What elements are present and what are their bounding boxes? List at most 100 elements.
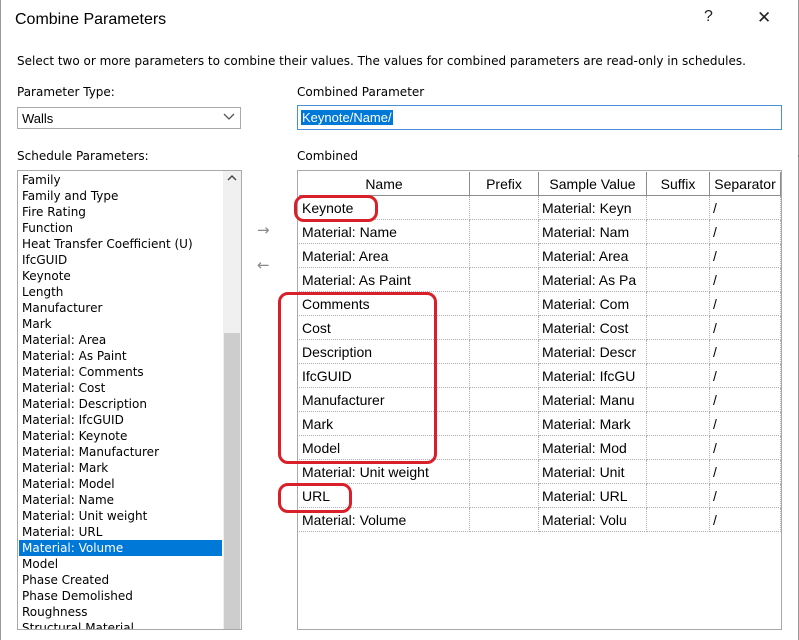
list-item[interactable]: Model [19, 556, 222, 572]
cell-name[interactable]: URL [299, 484, 470, 508]
cell-sample-value[interactable]: Material: URL [539, 484, 647, 508]
cell-name[interactable]: Material: As Paint [299, 268, 470, 292]
cell-sample-value[interactable]: Material: Descr [539, 340, 647, 364]
cell-prefix[interactable] [470, 388, 539, 412]
list-item[interactable]: Function [19, 220, 222, 236]
cell-prefix[interactable] [470, 196, 539, 220]
list-item[interactable]: Keynote [19, 268, 222, 284]
cell-sample-value[interactable]: Material: Mark [539, 412, 647, 436]
cell-name[interactable]: Cost [299, 316, 470, 340]
cell-name[interactable]: IfcGUID [299, 364, 470, 388]
cell-suffix[interactable] [647, 244, 710, 268]
cell-suffix[interactable] [647, 292, 710, 316]
list-item[interactable]: Family [19, 172, 222, 188]
list-item[interactable]: Material: Area [19, 332, 222, 348]
cell-prefix[interactable] [470, 460, 539, 484]
cell-prefix[interactable] [470, 292, 539, 316]
list-item[interactable]: Structural Material [19, 620, 222, 629]
cell-separator[interactable]: / [710, 460, 781, 484]
cell-suffix[interactable] [647, 412, 710, 436]
cell-suffix[interactable] [647, 388, 710, 412]
cell-prefix[interactable] [470, 244, 539, 268]
cell-prefix[interactable] [470, 412, 539, 436]
cell-prefix[interactable] [470, 268, 539, 292]
cell-sample-value[interactable]: Material: Keyn [539, 196, 647, 220]
cell-sample-value[interactable]: Material: Volu [539, 508, 647, 532]
cell-suffix[interactable] [647, 340, 710, 364]
cell-name[interactable]: Material: Volume [299, 508, 470, 532]
column-header-sample-value[interactable]: Sample Value [539, 172, 647, 196]
cell-sample-value[interactable]: Material: Cost [539, 316, 647, 340]
cell-name[interactable]: Material: Name [299, 220, 470, 244]
list-item[interactable]: Heat Transfer Coefficient (U) [19, 236, 222, 252]
cell-name[interactable]: Manufacturer [299, 388, 470, 412]
cell-name[interactable]: Material: Area [299, 244, 470, 268]
cell-separator[interactable]: / [710, 364, 781, 388]
list-item[interactable]: Material: Manufacturer [19, 444, 222, 460]
cell-suffix[interactable] [647, 268, 710, 292]
column-header-prefix[interactable]: Prefix [470, 172, 539, 196]
cell-prefix[interactable] [470, 340, 539, 364]
list-item[interactable]: Material: URL [19, 524, 222, 540]
cell-separator[interactable]: / [710, 220, 781, 244]
list-item[interactable]: IfcGUID [19, 252, 222, 268]
list-item[interactable]: Material: Model [19, 476, 222, 492]
cell-sample-value[interactable]: Material: As Pa [539, 268, 647, 292]
column-header-name[interactable]: Name [299, 172, 470, 196]
list-item[interactable]: Material: IfcGUID [19, 412, 222, 428]
cell-sample-value[interactable]: Material: Area [539, 244, 647, 268]
scroll-up-arrow-icon[interactable] [227, 174, 237, 185]
cell-name[interactable]: Comments [299, 292, 470, 316]
list-item[interactable]: Mark [19, 316, 222, 332]
cell-separator[interactable]: / [710, 244, 781, 268]
cell-name[interactable]: Model [299, 436, 470, 460]
cell-prefix[interactable] [470, 484, 539, 508]
list-scrollbar[interactable] [223, 171, 241, 629]
cell-name[interactable]: Description [299, 340, 470, 364]
cell-prefix[interactable] [470, 316, 539, 340]
list-item[interactable]: Material: Comments [19, 364, 222, 380]
cell-suffix[interactable] [647, 484, 710, 508]
list-item[interactable]: Material: Mark [19, 460, 222, 476]
cell-sample-value[interactable]: Material: Nam [539, 220, 647, 244]
cell-prefix[interactable] [470, 220, 539, 244]
help-button[interactable]: ? [704, 8, 713, 26]
combined-parameters-grid[interactable]: Name Prefix Sample Value Suffix Separator Ke… [297, 170, 782, 630]
cell-name[interactable]: Material: Unit weight [299, 460, 470, 484]
list-item[interactable]: Material: Cost [19, 380, 222, 396]
list-item[interactable]: Manufacturer [19, 300, 222, 316]
cell-separator[interactable]: / [710, 484, 781, 508]
cell-sample-value[interactable]: Material: Manu [539, 388, 647, 412]
cell-name[interactable]: Mark [299, 412, 470, 436]
cell-separator[interactable]: / [710, 316, 781, 340]
cell-separator[interactable]: / [710, 388, 781, 412]
cell-suffix[interactable] [647, 436, 710, 460]
cell-suffix[interactable] [647, 508, 710, 532]
close-button[interactable]: ✕ [757, 8, 771, 28]
parameter-type-dropdown[interactable]: Walls [17, 107, 241, 129]
cell-sample-value[interactable]: Material: Unit [539, 460, 647, 484]
list-item[interactable]: Phase Created [19, 572, 222, 588]
list-item[interactable]: Material: Description [19, 396, 222, 412]
list-item[interactable]: Fire Rating [19, 204, 222, 220]
cell-separator[interactable]: / [710, 340, 781, 364]
cell-name[interactable]: Keynote [299, 196, 470, 220]
column-header-suffix[interactable]: Suffix [647, 172, 710, 196]
cell-prefix[interactable] [470, 508, 539, 532]
list-item[interactable]: Material: Volume [19, 540, 222, 556]
cell-suffix[interactable] [647, 220, 710, 244]
schedule-parameters-list[interactable]: Family Family and Type Fire Rating Function… [17, 170, 242, 630]
cell-sample-value[interactable]: Material: IfcGU [539, 364, 647, 388]
list-item[interactable]: Roughness [19, 604, 222, 620]
cell-separator[interactable]: / [710, 196, 781, 220]
cell-separator[interactable]: / [710, 292, 781, 316]
list-item[interactable]: Material: Name [19, 492, 222, 508]
list-item[interactable]: Material: As Paint [19, 348, 222, 364]
list-item[interactable]: Family and Type [19, 188, 222, 204]
cell-prefix[interactable] [470, 436, 539, 460]
cell-separator[interactable]: / [710, 436, 781, 460]
list-item[interactable]: Phase Demolished [19, 588, 222, 604]
cell-sample-value[interactable]: Material: Mod [539, 436, 647, 460]
cell-separator[interactable]: / [710, 412, 781, 436]
cell-prefix[interactable] [470, 364, 539, 388]
